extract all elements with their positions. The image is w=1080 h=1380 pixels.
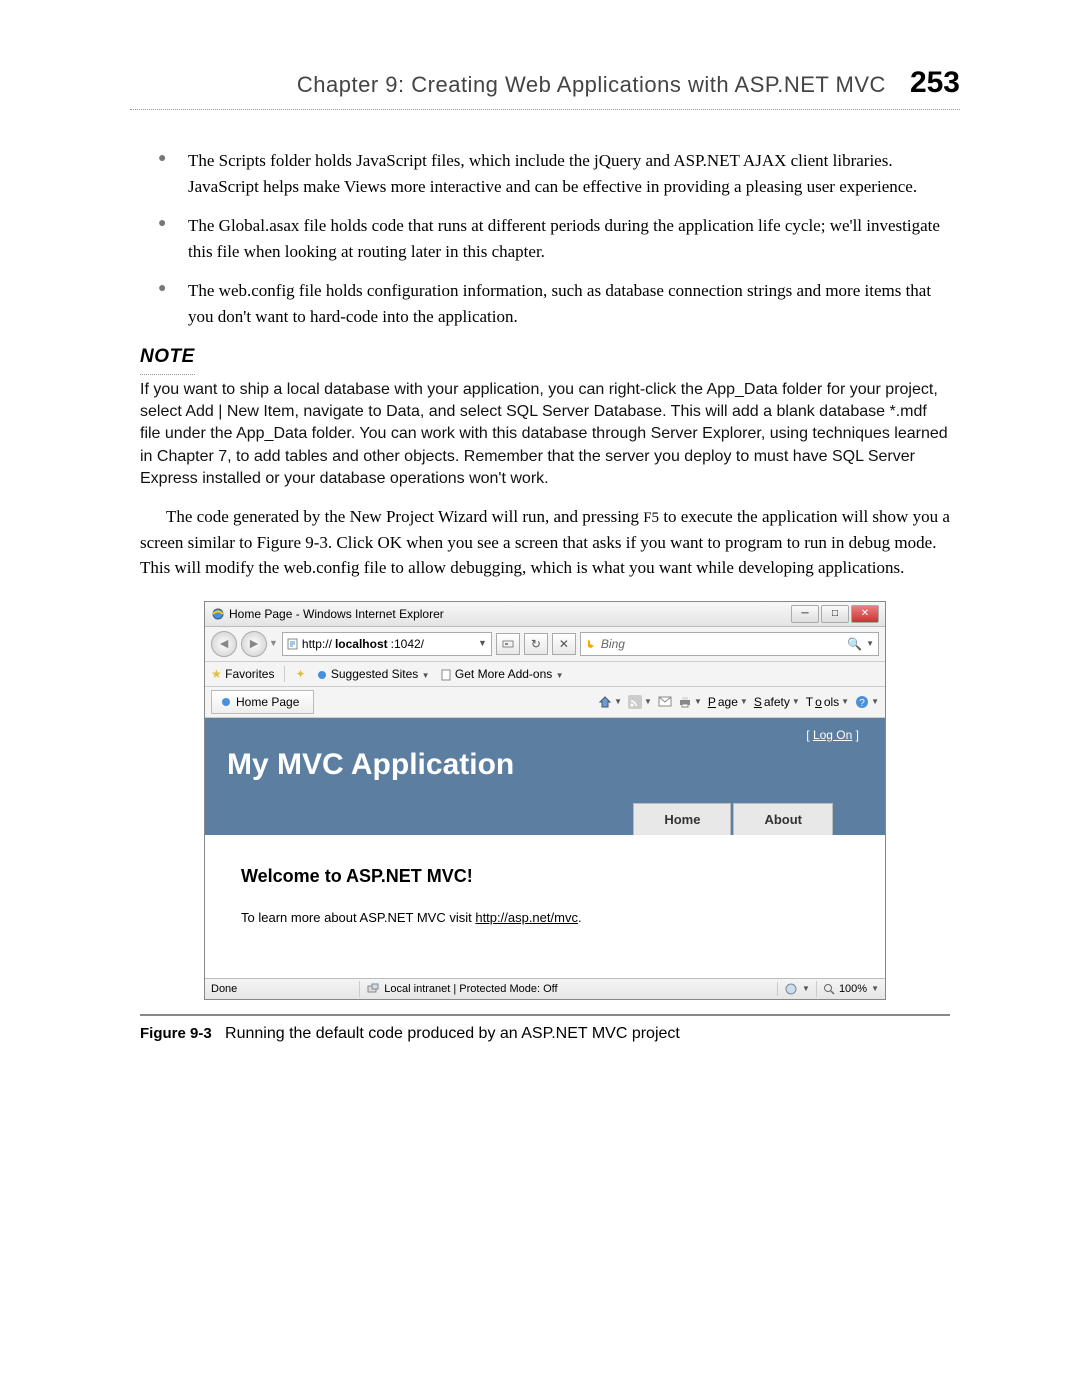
zone-label: Local intranet | Protected Mode: Off — [384, 981, 557, 998]
minimize-button[interactable]: ─ — [791, 605, 819, 623]
page-content: Welcome to ASP.NET MVC! To learn more ab… — [205, 835, 885, 978]
page-icon — [287, 638, 299, 650]
intranet-icon — [366, 982, 380, 996]
url-prefix: http:// — [302, 635, 332, 653]
page-viewport: [ Log On ] My MVC Application Home About… — [205, 718, 885, 978]
chevron-down-icon: ▼ — [556, 671, 564, 680]
chapter-header: Chapter 9: Creating Web Applications wit… — [130, 60, 960, 110]
bullet-list: The Scripts folder holds JavaScript file… — [130, 148, 960, 329]
titlebar: Home Page - Windows Internet Explorer ─ … — [205, 602, 885, 627]
ie-icon — [211, 607, 225, 621]
command-bar: ▼ ▼ ▼ Page ▼ Safety ▼ Tools ▼ ?▼ — [598, 693, 879, 711]
url-suffix: :1042/ — [391, 635, 424, 653]
tab-bar: Home Page ▼ ▼ ▼ Page ▼ Safety ▼ Tools ▼ … — [205, 687, 885, 718]
stop-button[interactable]: ✕ — [552, 633, 576, 655]
favorites-bar: ★ Favorites ✦ Suggested Sites ▼ Get More… — [205, 662, 885, 687]
ie-small-icon — [316, 669, 328, 681]
zoom-level[interactable]: 100% ▼ — [816, 981, 879, 998]
url-host: localhost — [335, 635, 388, 653]
status-bar: Done Local intranet | Protected Mode: Of… — [205, 978, 885, 1000]
app-title: My MVC Application — [227, 742, 863, 787]
figure-caption: Figure 9-3 Running the default code prod… — [140, 1022, 950, 1046]
site-nav: Home About — [227, 803, 863, 836]
zoom-value: 100% — [839, 981, 867, 998]
security-zone: Local intranet | Protected Mode: Off — [359, 981, 771, 998]
address-bar[interactable]: http://localhost:1042/ ▼ — [282, 632, 492, 656]
body-paragraph: The code generated by the New Project Wi… — [140, 504, 950, 581]
site-banner: [ Log On ] My MVC Application Home About — [205, 718, 885, 836]
nav-tab-about[interactable]: About — [733, 803, 833, 836]
ie-tab-icon — [220, 696, 232, 708]
page-small-icon — [440, 669, 452, 681]
print-menu[interactable]: ▼ — [678, 695, 702, 709]
search-dropdown-icon[interactable]: ▼ — [866, 638, 874, 650]
favorites-label: Favorites — [225, 667, 274, 681]
nav-toolbar: ◄ ► ▼ http://localhost:1042/ ▼ ↻ ✕ Bing … — [205, 627, 885, 662]
tab-label: Home Page — [236, 693, 299, 711]
logon-link[interactable]: Log On — [813, 728, 852, 742]
address-dropdown-icon[interactable]: ▼ — [478, 637, 487, 651]
content-paragraph: To learn more about ASP.NET MVC visit ht… — [241, 908, 849, 928]
note-block: NOTE If you want to ship a local databas… — [140, 343, 950, 490]
browser-window: Home Page - Windows Internet Explorer ─ … — [204, 601, 886, 1001]
separator — [284, 666, 285, 682]
close-button[interactable]: ✕ — [851, 605, 879, 623]
feed-icon — [628, 695, 642, 709]
list-item: The Scripts folder holds JavaScript file… — [158, 148, 950, 199]
protected-mode-icon — [784, 982, 798, 996]
star-icon: ★ — [211, 667, 222, 681]
help-menu[interactable]: ?▼ — [855, 695, 879, 709]
get-addons-label: Get More Add-ons — [455, 667, 552, 681]
figure-label: Figure 9-3 — [140, 1025, 212, 1042]
maximize-button[interactable]: □ — [821, 605, 849, 623]
read-mail-button[interactable] — [658, 696, 672, 708]
page-menu[interactable]: Page ▼ — [708, 693, 748, 711]
list-item: The Global.asax file holds code that run… — [158, 213, 950, 264]
home-menu[interactable]: ▼ — [598, 695, 622, 709]
tools-menu[interactable]: Tools ▼ — [806, 693, 849, 711]
list-item: The web.config file holds configuration … — [158, 278, 950, 329]
feeds-menu[interactable]: ▼ — [628, 695, 652, 709]
home-icon — [598, 695, 612, 709]
key-name: F5 — [643, 510, 659, 526]
compat-view-button[interactable] — [496, 633, 520, 655]
favorites-button[interactable]: ★ Favorites — [211, 665, 274, 683]
search-box[interactable]: Bing 🔍 ▼ — [580, 632, 879, 656]
get-addons-menu[interactable]: Get More Add-ons ▼ — [440, 665, 564, 683]
nav-tab-home[interactable]: Home — [633, 803, 731, 836]
logon-area: [ Log On ] — [806, 726, 859, 744]
forward-button[interactable]: ► — [241, 631, 267, 657]
mail-icon — [658, 696, 672, 708]
page-number: 253 — [910, 60, 960, 105]
content-heading: Welcome to ASP.NET MVC! — [241, 863, 849, 890]
search-engine-label: Bing — [601, 635, 625, 653]
figure-divider — [140, 1014, 950, 1016]
figure-text: Running the default code produced by an … — [225, 1025, 680, 1042]
window-controls: ─ □ ✕ — [791, 605, 879, 623]
para-pre: The code generated by the New Project Wi… — [166, 507, 643, 526]
zoom-controls[interactable]: ▼ — [777, 982, 810, 996]
back-button[interactable]: ◄ — [211, 631, 237, 657]
window-title: Home Page - Windows Internet Explorer — [229, 605, 444, 623]
svg-text:?: ? — [859, 698, 865, 709]
suggested-sites-menu[interactable]: Suggested Sites ▼ — [316, 665, 430, 683]
nav-dropdown-icon[interactable]: ▼ — [269, 637, 278, 651]
zoom-icon — [823, 983, 835, 995]
add-favorite-icon[interactable]: ✦ — [295, 665, 305, 683]
help-icon: ? — [855, 695, 869, 709]
suggested-sites-label: Suggested Sites — [331, 667, 418, 681]
note-heading: NOTE — [140, 343, 195, 375]
bing-icon — [585, 638, 597, 650]
content-link[interactable]: http://asp.net/mvc — [475, 910, 578, 925]
print-icon — [678, 695, 692, 709]
chevron-down-icon: ▼ — [422, 671, 430, 680]
browser-tab[interactable]: Home Page — [211, 690, 314, 714]
refresh-button[interactable]: ↻ — [524, 633, 548, 655]
search-icon[interactable]: 🔍 — [847, 635, 862, 653]
status-done: Done — [211, 981, 237, 998]
safety-menu[interactable]: Safety ▼ — [754, 693, 800, 711]
chapter-title: Chapter 9: Creating Web Applications wit… — [297, 68, 886, 101]
content-text: To learn more about ASP.NET MVC visit — [241, 910, 475, 925]
note-body: If you want to ship a local database wit… — [140, 379, 950, 491]
